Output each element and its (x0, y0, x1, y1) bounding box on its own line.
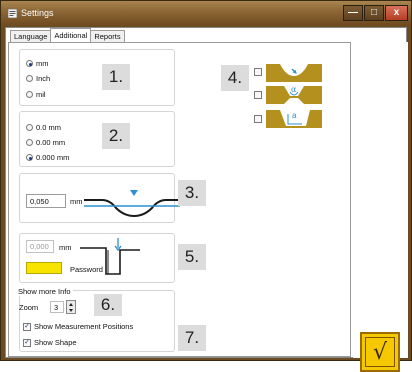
step-tag-2: 2. (102, 123, 130, 149)
precision-group: 0.0 mm 0.00 mm 0.000 mm 2. (19, 111, 175, 167)
password-value-input[interactable]: 0,000 (26, 240, 54, 253)
settings-window: Settings — □ x Language Additional Repor… (0, 0, 412, 372)
unit-option-inch[interactable]: Inch (26, 74, 50, 83)
tab-strip: Language Additional Reports (10, 28, 125, 42)
settings-window-icon (8, 9, 17, 18)
zoom-label: Zoom (19, 303, 39, 312)
step-tag-3: 3. (178, 180, 206, 206)
additional-tab-panel: mm Inch mil 1. 0.0 mm 0.00 mm 0.000 mm 2… (8, 42, 351, 357)
tolerance-group: 0,050 mm 3. (19, 173, 206, 223)
radio-precision-2[interactable] (26, 139, 33, 146)
step-tag-5: 5. (178, 244, 206, 270)
minimize-button[interactable]: — (343, 5, 363, 21)
more-info-legend: Show more Info (16, 287, 73, 296)
show-shape-checkbox[interactable]: ✓ (23, 338, 31, 347)
step-tag-4: 4. (221, 65, 249, 91)
radio-label: 0.00 mm (36, 138, 66, 147)
shape-3-symbol: a (292, 111, 297, 120)
shape-1-checkbox[interactable] (254, 68, 262, 76)
step-tag-6: 6. (94, 294, 122, 316)
radio-label: 0.0 mm (36, 123, 62, 132)
radio-precision-3[interactable] (26, 154, 33, 161)
zoom-spinner[interactable] (66, 300, 76, 314)
zoom-input[interactable]: 3 (50, 301, 64, 313)
radio-precision-1[interactable] (26, 124, 33, 131)
show-measurement-positions-row[interactable]: ✓ Show Measurement Positions (23, 322, 133, 331)
unit-option-mm[interactable]: mm (26, 59, 49, 68)
show-shape-row[interactable]: ✓ Show Shape (23, 338, 77, 347)
title-bar[interactable]: Settings — □ x (1, 1, 411, 26)
radio-label: 0.000 mm (36, 153, 70, 162)
zoom-up-arrow-icon[interactable] (69, 303, 73, 306)
precision-option-1[interactable]: 0.0 mm (26, 123, 61, 132)
shape-1-image[interactable] (266, 64, 322, 82)
units-group: mm Inch mil 1. (19, 49, 175, 106)
window-title: Settings (21, 8, 54, 18)
radio-label: Inch (36, 74, 51, 83)
radio-inch[interactable] (26, 75, 33, 82)
password-color-swatch[interactable] (26, 262, 62, 274)
radio-mm[interactable] (26, 60, 33, 67)
shape-2-checkbox[interactable] (254, 91, 262, 99)
precision-option-3[interactable]: 0.000 mm (26, 153, 69, 162)
checkmark-icon: √ (365, 337, 395, 367)
shape-3-checkbox[interactable] (254, 115, 262, 123)
precision-option-2[interactable]: 0.00 mm (26, 138, 65, 147)
tolerance-input[interactable]: 0,050 (26, 194, 66, 208)
window-client-area: Language Additional Reports mm Inch mil (5, 27, 408, 372)
zoom-down-arrow-icon[interactable] (69, 309, 73, 312)
radio-label: mm (36, 59, 49, 68)
unit-option-mil[interactable]: mil (26, 90, 46, 99)
close-button[interactable]: x (385, 5, 408, 21)
tab-reports[interactable]: Reports (90, 30, 125, 42)
show-measurement-positions-checkbox[interactable]: ✓ (23, 322, 31, 331)
step-tag-1: 1. (102, 64, 130, 90)
tab-language[interactable]: Language (10, 30, 52, 42)
radio-mil[interactable] (26, 91, 33, 98)
radio-label: mil (36, 90, 46, 99)
ok-button[interactable]: √ (360, 332, 400, 372)
right-action-panel: √ (353, 42, 408, 372)
tolerance-diagram (84, 190, 180, 218)
password-shape-diagram (80, 238, 140, 275)
show-shape-label: Show Shape (34, 338, 77, 347)
more-info-group: Show more Info Zoom 3 6. ✓ Show Measurem… (16, 287, 206, 352)
show-measurement-positions-label: Show Measurement Positions (34, 322, 134, 331)
password-value-unit: mm (59, 243, 72, 252)
step-tag-7: 7. (178, 325, 206, 351)
password-group: 0,000 mm Password 5. (19, 233, 206, 283)
tab-additional[interactable]: Additional (50, 28, 92, 42)
maximize-button[interactable]: □ (364, 5, 384, 21)
shape-2-symbol: α (291, 85, 297, 94)
tolerance-unit: mm (70, 197, 83, 206)
